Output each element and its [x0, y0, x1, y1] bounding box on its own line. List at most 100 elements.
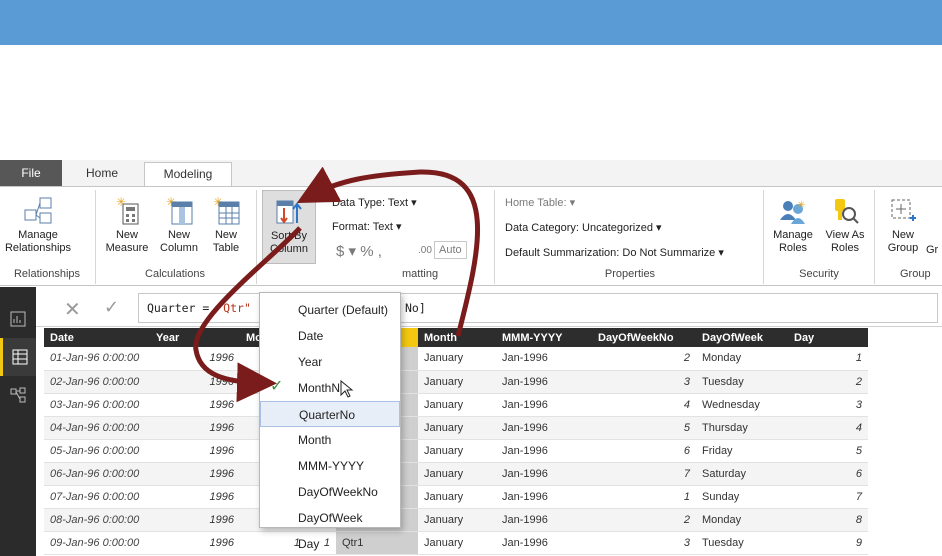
table-cell[interactable]: Tuesday: [696, 531, 788, 555]
table-cell[interactable]: 1: [592, 485, 696, 509]
table-cell[interactable]: Jan-1996: [496, 393, 592, 417]
format-dropdown[interactable]: Format: Text ▾: [332, 220, 402, 233]
model-view-icon[interactable]: [0, 376, 36, 414]
table-cell[interactable]: Jan-1996: [496, 531, 592, 555]
column-header[interactable]: MMM-YYYY: [496, 328, 592, 347]
report-view-icon[interactable]: [0, 300, 36, 338]
table-cell[interactable]: Sunday: [696, 485, 788, 509]
table-cell[interactable]: 08-Jan-96 0:00:00: [44, 508, 150, 532]
table-cell[interactable]: 06-Jan-96 0:00:00: [44, 462, 150, 486]
table-cell[interactable]: 6: [592, 439, 696, 463]
manage-relationships-button[interactable]: Manage Relationships: [4, 196, 72, 255]
table-cell[interactable]: January: [418, 531, 496, 555]
menu-item-sort-option[interactable]: DayOfWeekNo: [260, 479, 400, 505]
new-table-button[interactable]: ✳ New Table: [206, 196, 246, 255]
table-cell[interactable]: January: [418, 508, 496, 532]
menu-item-sort-option[interactable]: Date: [260, 323, 400, 349]
table-cell[interactable]: Jan-1996: [496, 485, 592, 509]
table-cell[interactable]: 4: [592, 393, 696, 417]
menu-item-sort-option[interactable]: Day: [260, 531, 400, 556]
table-cell[interactable]: 6: [788, 462, 868, 486]
column-header[interactable]: DayOfWeekNo: [592, 328, 696, 347]
table-cell[interactable]: January: [418, 416, 496, 440]
table-cell[interactable]: Jan-1996: [496, 347, 592, 371]
menu-item-sort-option[interactable]: Month: [260, 427, 400, 453]
table-cell[interactable]: Tuesday: [696, 370, 788, 394]
table-cell[interactable]: January: [418, 393, 496, 417]
table-cell[interactable]: 05-Jan-96 0:00:00: [44, 439, 150, 463]
table-cell[interactable]: Friday: [696, 439, 788, 463]
default-summarization-dropdown[interactable]: Default Summarization: Do Not Summarize …: [505, 246, 724, 259]
table-cell[interactable]: 04-Jan-96 0:00:00: [44, 416, 150, 440]
home-table-dropdown[interactable]: Home Table: ▾: [505, 196, 575, 209]
table-cell[interactable]: January: [418, 485, 496, 509]
new-measure-button[interactable]: ✳ New Measure: [102, 196, 152, 255]
view-as-roles-button[interactable]: View As Roles: [822, 196, 868, 255]
column-header[interactable]: Month: [418, 328, 496, 347]
table-cell[interactable]: 1996: [150, 531, 240, 555]
new-column-button[interactable]: ✳ New Column: [156, 196, 202, 255]
table-cell[interactable]: January: [418, 462, 496, 486]
table-cell[interactable]: January: [418, 439, 496, 463]
table-cell[interactable]: 3: [592, 531, 696, 555]
table-cell[interactable]: Jan-1996: [496, 439, 592, 463]
decimal-auto-input[interactable]: Auto: [434, 241, 467, 259]
table-cell[interactable]: 3: [592, 370, 696, 394]
table-cell[interactable]: 2: [592, 347, 696, 371]
column-header[interactable]: Date: [44, 328, 150, 347]
table-cell[interactable]: Jan-1996: [496, 416, 592, 440]
menu-item-sort-option[interactable]: QuarterNo: [260, 401, 400, 427]
table-cell[interactable]: 5: [592, 416, 696, 440]
table-cell[interactable]: Thursday: [696, 416, 788, 440]
currency-percent-comma-buttons[interactable]: $ ▾ % ,: [336, 242, 382, 260]
menu-item-sort-option[interactable]: MMM-YYYY: [260, 453, 400, 479]
table-cell[interactable]: 4: [788, 416, 868, 440]
table-cell[interactable]: 1996: [150, 462, 240, 486]
table-cell[interactable]: 1996: [150, 393, 240, 417]
formula-input[interactable]: Quarter = "Qtr" No]: [138, 293, 938, 323]
table-cell[interactable]: 9: [788, 531, 868, 555]
table-cell[interactable]: 09-Jan-96 0:00:00: [44, 531, 150, 555]
table-cell[interactable]: Monday: [696, 347, 788, 371]
cancel-formula-icon[interactable]: ✕: [64, 297, 81, 322]
table-cell[interactable]: Monday: [696, 508, 788, 532]
table-cell[interactable]: Jan-1996: [496, 370, 592, 394]
table-cell[interactable]: 02-Jan-96 0:00:00: [44, 370, 150, 394]
table-cell[interactable]: 7: [788, 485, 868, 509]
table-cell[interactable]: 03-Jan-96 0:00:00: [44, 393, 150, 417]
table-cell[interactable]: 1996: [150, 347, 240, 371]
data-type-dropdown[interactable]: Data Type: Text ▾: [332, 196, 417, 209]
commit-formula-icon[interactable]: ✓: [104, 297, 119, 318]
table-cell[interactable]: 1996: [150, 416, 240, 440]
edit-groups-button[interactable]: Gr: [926, 244, 938, 256]
new-group-button[interactable]: New Group: [882, 196, 924, 255]
table-cell[interactable]: 5: [788, 439, 868, 463]
data-category-dropdown[interactable]: Data Category: Uncategorized ▾: [505, 221, 662, 234]
tab-home[interactable]: Home: [66, 162, 138, 186]
table-cell[interactable]: 1996: [150, 439, 240, 463]
table-cell[interactable]: 2: [788, 370, 868, 394]
table-cell[interactable]: Jan-1996: [496, 462, 592, 486]
menu-item-sort-option[interactable]: Year: [260, 349, 400, 375]
table-cell[interactable]: 8: [788, 508, 868, 532]
table-cell[interactable]: 07-Jan-96 0:00:00: [44, 485, 150, 509]
menu-item-sort-option[interactable]: DayOfWeek: [260, 505, 400, 531]
table-cell[interactable]: Wednesday: [696, 393, 788, 417]
table-cell[interactable]: January: [418, 347, 496, 371]
decimal-places-icon[interactable]: .00: [418, 245, 432, 256]
table-cell[interactable]: 2: [592, 508, 696, 532]
data-view-icon[interactable]: [0, 338, 36, 376]
table-cell[interactable]: 3: [788, 393, 868, 417]
column-header[interactable]: DayOfWeek: [696, 328, 788, 347]
table-cell[interactable]: 1: [788, 347, 868, 371]
column-header[interactable]: Day: [788, 328, 868, 347]
table-cell[interactable]: 1996: [150, 370, 240, 394]
table-cell[interactable]: Saturday: [696, 462, 788, 486]
table-cell[interactable]: 01-Jan-96 0:00:00: [44, 347, 150, 371]
column-header[interactable]: Year: [150, 328, 240, 347]
tab-modeling[interactable]: Modeling: [144, 162, 232, 187]
menu-item-sort-option[interactable]: Quarter (Default): [260, 297, 400, 323]
table-cell[interactable]: 1996: [150, 485, 240, 509]
sort-by-column-button[interactable]: Sort By Column: [262, 190, 316, 264]
tab-file[interactable]: File: [0, 160, 62, 186]
